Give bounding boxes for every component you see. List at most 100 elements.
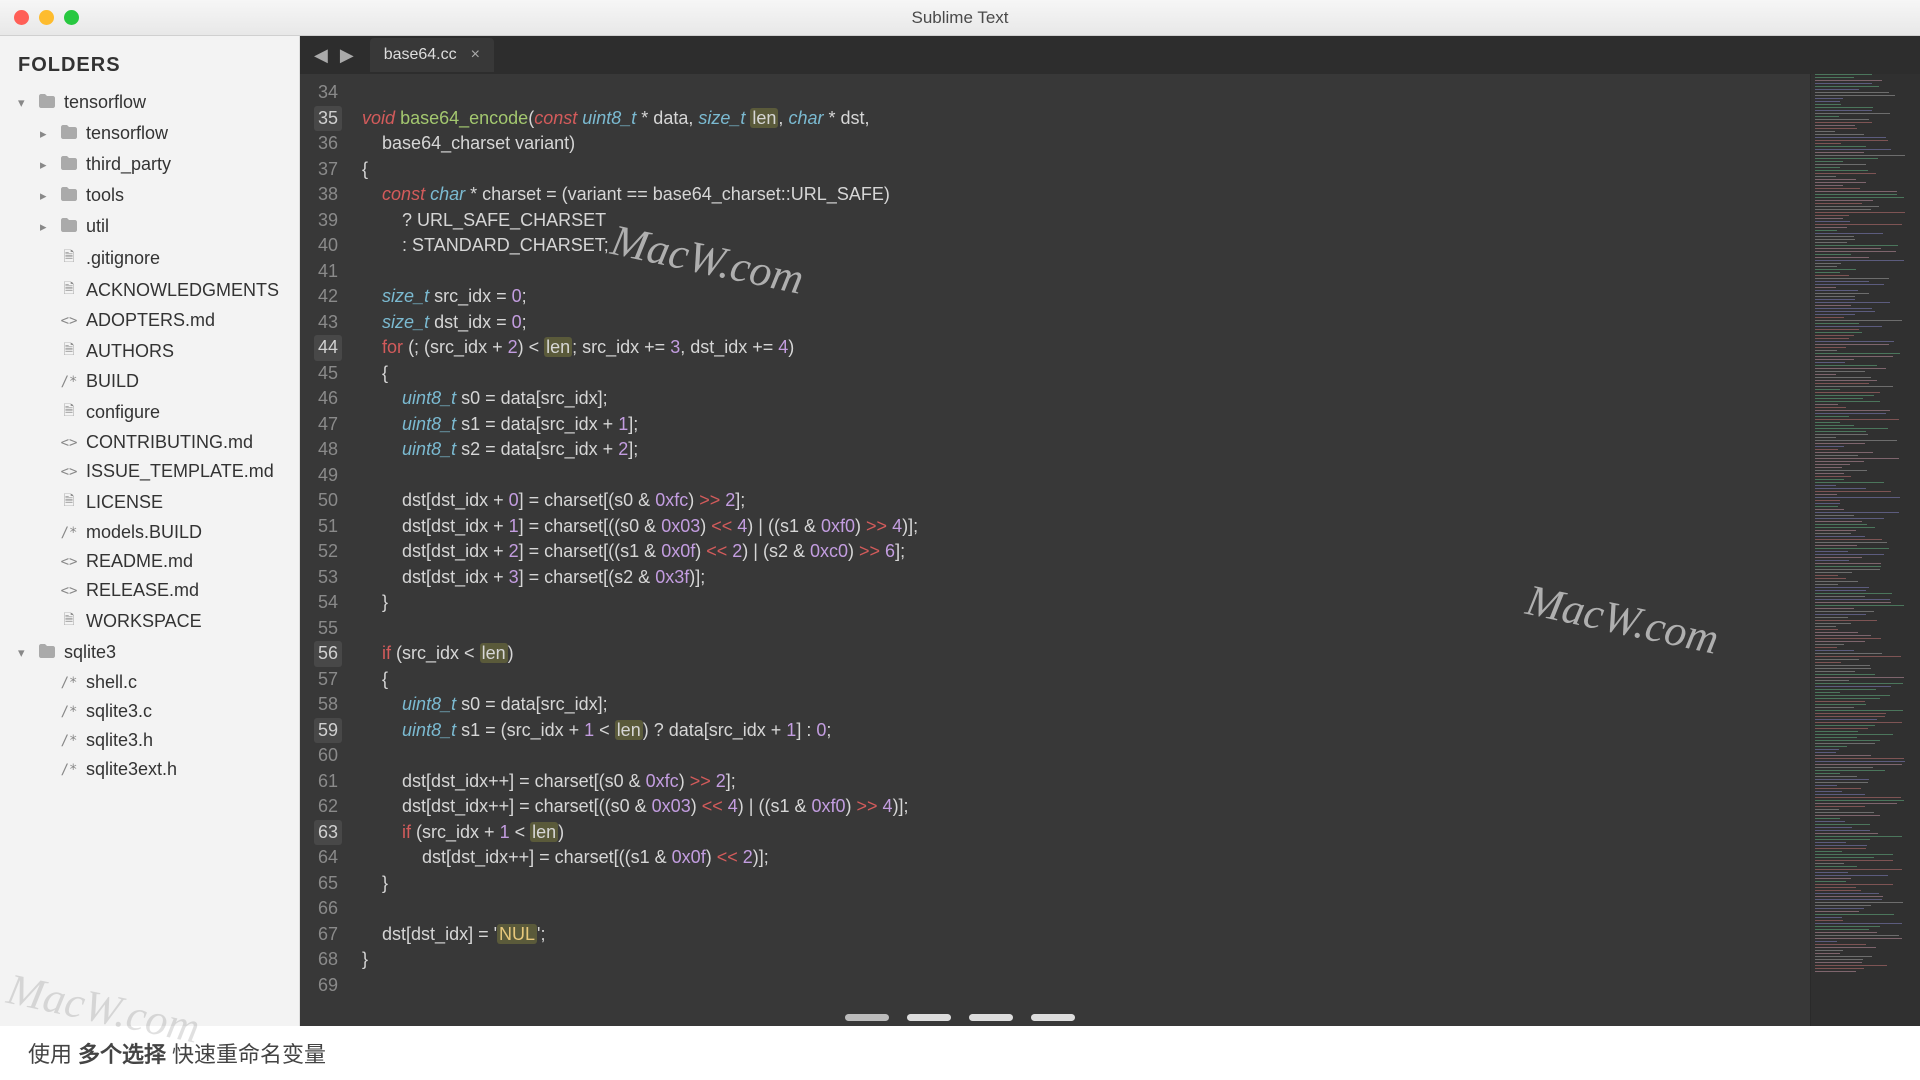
folder-icon xyxy=(60,184,78,207)
disclosure-icon: ▾ xyxy=(18,645,30,661)
file-item[interactable]: 🗎 WORKSPACE xyxy=(0,605,299,637)
file-icon: /* xyxy=(60,675,78,691)
disclosure-icon: ▸ xyxy=(40,126,52,142)
file-icon: 🗎 xyxy=(60,400,78,424)
file-item[interactable]: /* sqlite3ext.h xyxy=(0,755,299,784)
footer-bold: 多个选择 xyxy=(78,1037,166,1069)
close-window-icon[interactable] xyxy=(14,10,29,25)
folder-item[interactable]: ▾ sqlite3 xyxy=(0,637,299,668)
tree-label: RELEASE.md xyxy=(86,580,199,601)
file-item[interactable]: /* models.BUILD xyxy=(0,518,299,547)
tab-label: base64.cc xyxy=(384,46,457,64)
file-icon: 🗎 xyxy=(60,609,78,633)
tree-label: shell.c xyxy=(86,672,137,693)
tree-label: WORKSPACE xyxy=(86,611,202,632)
page-dot[interactable] xyxy=(907,1014,951,1021)
folder-tree: ▾ tensorflow ▸ tensorflow ▸ third_party ▸ tools… xyxy=(0,87,299,784)
footer-hint: 使用 多个选择 快速重命名变量 MacW.com xyxy=(0,1026,1920,1080)
disclosure-icon: ▸ xyxy=(40,188,52,204)
file-item[interactable]: /* shell.c xyxy=(0,668,299,697)
file-icon: <> xyxy=(60,435,78,451)
file-icon: <> xyxy=(60,554,78,570)
folders-heading: FOLDERS xyxy=(0,48,299,87)
file-item[interactable]: <> CONTRIBUTING.md xyxy=(0,428,299,457)
file-item[interactable]: 🗎 .gitignore xyxy=(0,242,299,274)
file-item[interactable]: <> ISSUE_TEMPLATE.md xyxy=(0,457,299,486)
footer-pre: 使用 xyxy=(28,1037,72,1069)
file-icon: 🗎 xyxy=(60,246,78,270)
tree-label: sqlite3.h xyxy=(86,730,153,751)
tree-label: tools xyxy=(86,185,124,206)
folder-icon xyxy=(60,122,78,145)
file-icon: 🗎 xyxy=(60,339,78,363)
file-item[interactable]: <> RELEASE.md xyxy=(0,576,299,605)
nav-forward-icon[interactable]: ▶ xyxy=(334,45,360,66)
file-item[interactable]: 🗎 AUTHORS xyxy=(0,335,299,367)
code-area[interactable]: 3435363738394041424344454647484950515253… xyxy=(300,74,1920,1026)
page-dot[interactable] xyxy=(1031,1014,1075,1021)
folder-item[interactable]: ▸ util xyxy=(0,211,299,242)
nav-back-icon[interactable]: ◀ xyxy=(308,45,334,66)
folder-icon xyxy=(38,91,56,114)
tree-label: tensorflow xyxy=(86,123,168,144)
folder-icon xyxy=(60,215,78,238)
tree-label: AUTHORS xyxy=(86,341,174,362)
file-icon: <> xyxy=(60,464,78,480)
file-item[interactable]: /* BUILD xyxy=(0,367,299,396)
file-item[interactable]: 🗎 configure xyxy=(0,396,299,428)
file-icon: 🗎 xyxy=(60,278,78,302)
folder-item[interactable]: ▸ tools xyxy=(0,180,299,211)
tree-label: tensorflow xyxy=(64,92,146,113)
minimap[interactable] xyxy=(1810,74,1920,1026)
tree-label: util xyxy=(86,216,109,237)
window-title: Sublime Text xyxy=(911,8,1008,28)
page-dot[interactable] xyxy=(845,1014,889,1021)
file-icon: /* xyxy=(60,733,78,749)
tree-label: models.BUILD xyxy=(86,522,202,543)
file-item[interactable]: /* sqlite3.h xyxy=(0,726,299,755)
file-item[interactable]: 🗎LICENSE xyxy=(0,486,299,518)
tabbar: ◀ ▶ base64.cc × xyxy=(300,36,1920,74)
tree-label: BUILD xyxy=(86,371,139,392)
tree-label: .gitignore xyxy=(86,248,160,269)
disclosure-icon: ▾ xyxy=(18,95,30,111)
folder-item[interactable]: ▸ third_party xyxy=(0,149,299,180)
window-controls xyxy=(14,10,79,25)
disclosure-icon: ▸ xyxy=(40,219,52,235)
tab-close-icon[interactable]: × xyxy=(471,46,480,64)
folder-item[interactable]: ▾ tensorflow xyxy=(0,87,299,118)
file-icon: /* xyxy=(60,374,78,390)
folder-item[interactable]: ▸ tensorflow xyxy=(0,118,299,149)
tab-active[interactable]: base64.cc × xyxy=(370,38,494,72)
sidebar: FOLDERS ▾ tensorflow ▸ tensorflow ▸ third_par… xyxy=(0,36,300,1026)
page-indicator[interactable] xyxy=(845,1014,1075,1021)
folder-icon xyxy=(38,641,56,664)
file-item[interactable]: 🗎 ACKNOWLEDGMENTS xyxy=(0,274,299,306)
file-item[interactable]: /* sqlite3.c xyxy=(0,697,299,726)
file-icon: /* xyxy=(60,704,78,720)
tree-label: third_party xyxy=(86,154,171,175)
folder-icon xyxy=(60,153,78,176)
zoom-window-icon[interactable] xyxy=(64,10,79,25)
minimize-window-icon[interactable] xyxy=(39,10,54,25)
file-icon: <> xyxy=(60,313,78,329)
disclosure-icon: ▸ xyxy=(40,157,52,173)
file-icon: /* xyxy=(60,762,78,778)
code-content[interactable]: void base64_encode(const uint8_t * data,… xyxy=(348,74,1810,1026)
tree-label: ISSUE_TEMPLATE.md xyxy=(86,461,274,482)
footer-post: 快速重命名变量 xyxy=(172,1037,326,1069)
file-item[interactable]: <>README.md xyxy=(0,547,299,576)
file-item[interactable]: <> ADOPTERS.md xyxy=(0,306,299,335)
tree-label: ACKNOWLEDGMENTS xyxy=(86,280,279,301)
tree-label: configure xyxy=(86,402,160,423)
tree-label: ADOPTERS.md xyxy=(86,310,215,331)
tree-label: sqlite3ext.h xyxy=(86,759,177,780)
tree-label: CONTRIBUTING.md xyxy=(86,432,253,453)
file-icon: /* xyxy=(60,525,78,541)
tree-label: sqlite3.c xyxy=(86,701,152,722)
line-gutter: 3435363738394041424344454647484950515253… xyxy=(300,74,348,1026)
tree-label: sqlite3 xyxy=(64,642,116,663)
file-icon: <> xyxy=(60,583,78,599)
tree-label: LICENSE xyxy=(86,492,163,513)
page-dot[interactable] xyxy=(969,1014,1013,1021)
